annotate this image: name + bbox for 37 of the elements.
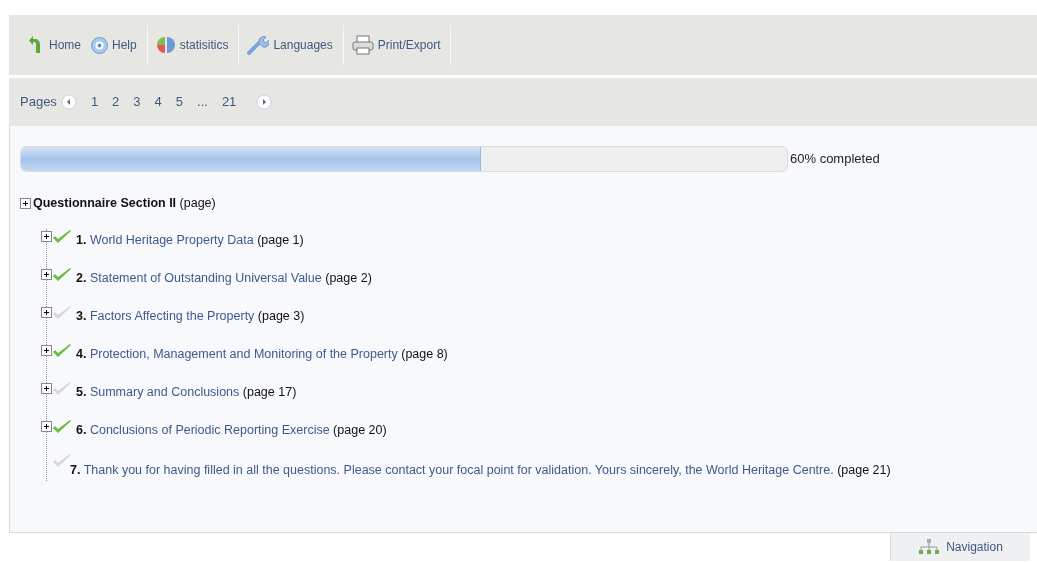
tree-item[interactable]: 5. Summary and Conclusions (page 17)	[76, 380, 297, 403]
tree-item[interactable]: 2. Statement of Outstanding Universal Value (page 2)	[76, 266, 372, 289]
toolbar-button[interactable]: Home	[29, 36, 91, 54]
tree-item[interactable]: 7. Thank you for having filled in all the questions. Please contact your focal point for validation. Yours sincerely, the World Heritage Centre. (page 21)	[21, 458, 907, 481]
toolbar-button[interactable]: Languages	[247, 35, 343, 55]
page-link[interactable]: 3	[133, 92, 141, 112]
sitemap-icon	[918, 539, 941, 555]
tree-item[interactable]: 1. World Heritage Property Data (page 1)	[76, 228, 304, 251]
help-icon	[91, 36, 108, 54]
toolbar-button[interactable]: statisitics	[155, 36, 239, 54]
navigation-button[interactable]: Navigation	[890, 533, 1030, 561]
pie-chart-icon	[155, 36, 176, 54]
expand-icon[interactable]	[20, 197, 31, 209]
page-link[interactable]: 1	[90, 92, 99, 112]
tree-item[interactable]: 3. Factors Affecting the Property (page 3)	[76, 304, 305, 327]
expand-icon[interactable]	[41, 269, 52, 281]
previous-icon[interactable]	[60, 94, 77, 110]
tree-item[interactable]: 6. Conclusions of Periodic Reporting Exercise (page 20)	[76, 418, 387, 441]
expand-icon[interactable]	[41, 307, 52, 319]
tree-root[interactable]: Questionnaire Section II (page)	[33, 194, 216, 213]
next-icon[interactable]	[256, 94, 273, 110]
wrench-icon	[247, 35, 270, 55]
page-link[interactable]: 21	[221, 92, 237, 112]
page-link[interactable]: 4	[154, 92, 162, 112]
expand-icon[interactable]	[41, 421, 52, 433]
printer-icon	[351, 35, 374, 55]
pages-label: Pages	[20, 93, 57, 112]
tree-item[interactable]: 4. Protection, Management and Monitoring of the Property (page 8)	[76, 342, 448, 365]
expand-icon[interactable]	[41, 383, 52, 395]
toolbar-button[interactable]: Help	[91, 36, 147, 54]
progress-reading: 60% completed	[790, 150, 880, 169]
page-link[interactable]: 5	[175, 92, 184, 112]
expand-icon[interactable]	[41, 345, 52, 357]
page-link[interactable]: 2	[112, 92, 120, 112]
expand-icon[interactable]	[41, 231, 52, 243]
page-link[interactable]: ...	[197, 92, 208, 112]
toolbar-button[interactable]: Print/Export	[351, 35, 451, 55]
